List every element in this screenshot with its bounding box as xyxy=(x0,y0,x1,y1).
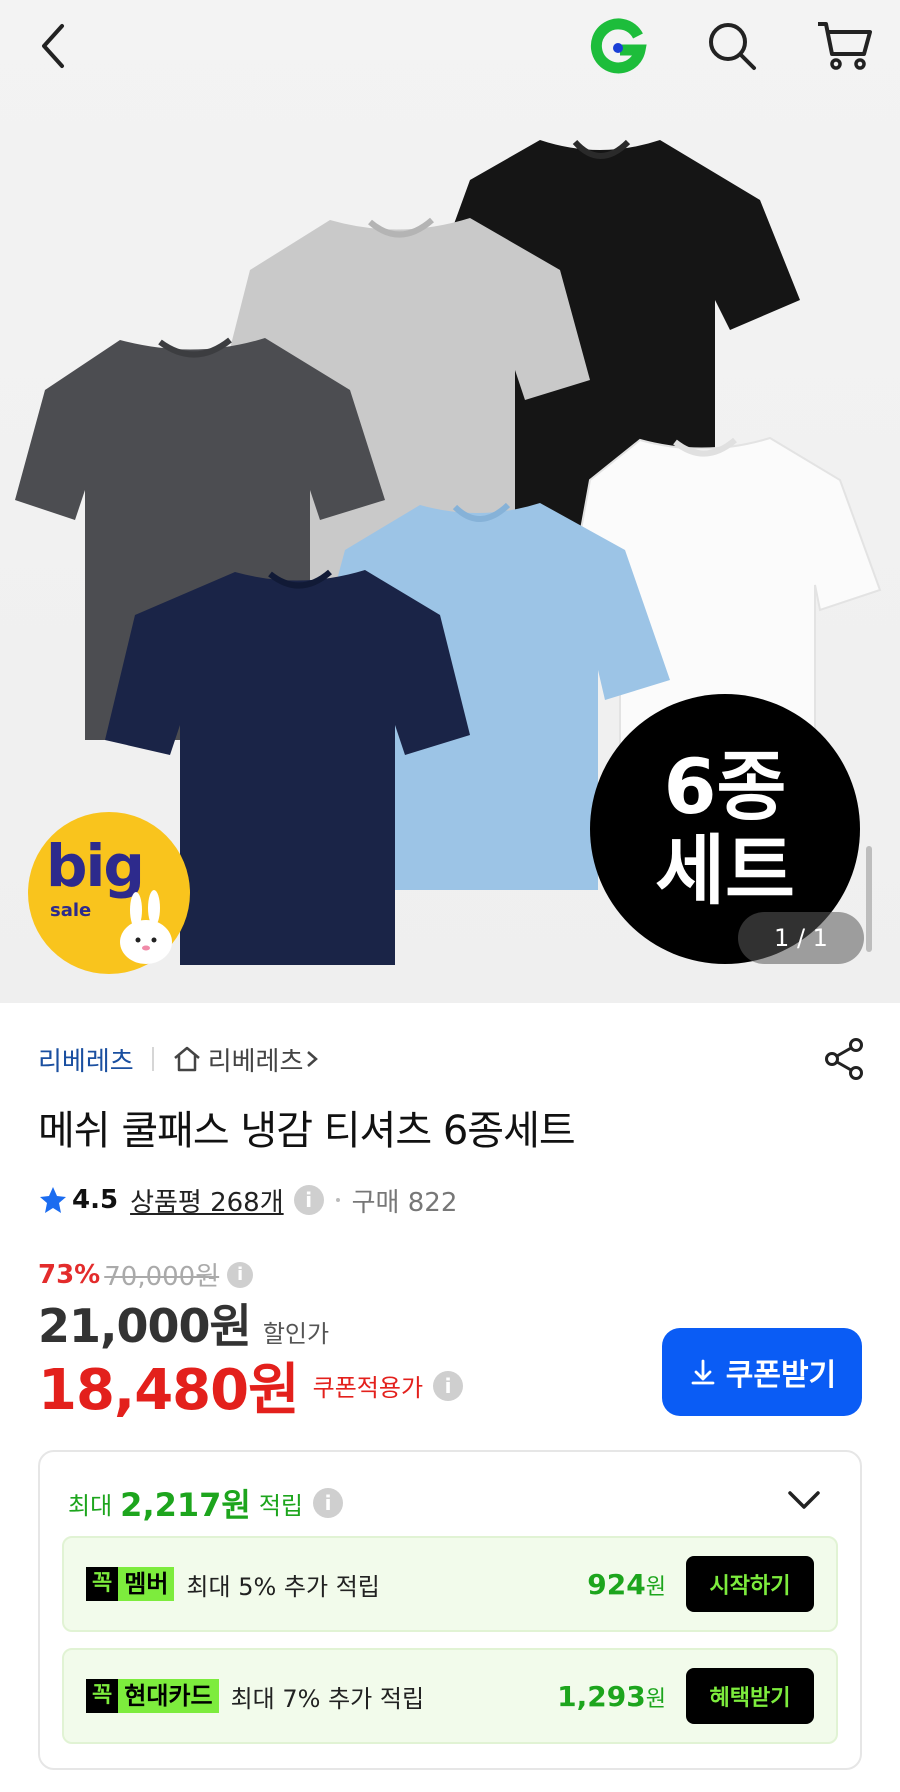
chevron-down-icon[interactable] xyxy=(784,1480,824,1520)
coupon-price: 18,480원 xyxy=(38,1358,300,1423)
back-arrow-icon xyxy=(42,24,64,68)
image-counter: 1 / 1 xyxy=(738,912,864,964)
divider xyxy=(151,1047,154,1071)
info-icon[interactable]: i xyxy=(227,1261,254,1288)
info-icon[interactable]: i xyxy=(313,1488,344,1518)
tag-mark: 꼭 xyxy=(86,1679,119,1713)
bunny-icon xyxy=(120,890,172,964)
coupon-download-button[interactable]: 쿠폰받기 xyxy=(662,1328,862,1416)
coupon-price-row: 18,480원 쿠폰적용가 i xyxy=(38,1345,464,1426)
search-icon xyxy=(709,23,756,70)
top-bar xyxy=(0,0,900,100)
cart-button[interactable] xyxy=(812,14,876,78)
reward-item-hyundai-card: 꼭 현대카드 최대 7% 추가 적립 1,293원 혜택받기 xyxy=(62,1648,838,1744)
star-icon xyxy=(40,1187,66,1213)
coupon-price-label: 쿠폰적용가 xyxy=(312,1374,424,1402)
reward-amount: 1,293원 xyxy=(557,1680,666,1713)
reward-desc: 최대 5% 추가 적립 xyxy=(186,1572,380,1601)
start-button[interactable]: 시작하기 xyxy=(686,1556,814,1612)
original-price: 70,000원 xyxy=(104,1262,220,1292)
get-benefit-button[interactable]: 혜택받기 xyxy=(686,1668,814,1724)
reward-amount-value: 1,293 xyxy=(557,1679,646,1713)
coupon-button-label: 쿠폰받기 xyxy=(725,1359,837,1392)
member-tag: 꼭 멤버 xyxy=(86,1567,175,1601)
purchase-count: 구매 822 xyxy=(351,1187,458,1218)
rewards-suffix: 적립 xyxy=(258,1491,304,1520)
scrollbar[interactable] xyxy=(866,846,872,952)
tag-mark: 꼭 xyxy=(86,1567,119,1601)
big-sale-badge: big sale xyxy=(28,812,190,974)
sale-price-label: 할인가 xyxy=(262,1320,330,1348)
cart-icon xyxy=(818,22,872,70)
home-icon xyxy=(173,1046,200,1072)
download-arrow-icon xyxy=(691,1359,715,1385)
gmarket-g-icon xyxy=(590,18,647,74)
reward-item-member: 꼭 멤버 최대 5% 추가 적립 924원 시작하기 xyxy=(62,1536,838,1632)
discount-rate: 73% xyxy=(38,1259,101,1290)
back-button[interactable] xyxy=(22,14,86,78)
badge-line-1: 6종 xyxy=(663,742,787,831)
chevron-right-icon xyxy=(307,1051,319,1067)
tag-text: 멤버 xyxy=(118,1567,175,1601)
shop-link[interactable]: 리베레츠 xyxy=(172,1041,328,1078)
separator-dot xyxy=(335,1198,340,1202)
share-icon xyxy=(825,1038,863,1080)
product-image[interactable]: 6종 세트 big sale 1 / 1 xyxy=(0,0,900,1003)
brand-logo[interactable] xyxy=(586,14,650,78)
reward-amount-value: 924 xyxy=(587,1567,646,1601)
reward-desc: 최대 7% 추가 적립 xyxy=(230,1684,425,1713)
badge-line-2: 세트 xyxy=(655,826,795,915)
rewards-header[interactable]: 최대 2,217원 적립 i xyxy=(68,1480,344,1526)
discount-row: 73% 70,000원 i xyxy=(38,1256,254,1293)
reward-amount-unit: 원 xyxy=(645,1574,666,1600)
reward-amount: 924원 xyxy=(587,1568,666,1601)
hyundai-card-tag: 꼭 현대카드 xyxy=(86,1679,219,1713)
rewards-prefix: 최대 xyxy=(68,1491,113,1520)
info-icon[interactable]: i xyxy=(293,1185,324,1215)
rating-row: 4.5 상품평 268개 i 구매 822 xyxy=(38,1180,457,1220)
info-icon[interactable]: i xyxy=(433,1370,464,1401)
seller-name[interactable]: 리베레츠 xyxy=(38,1041,134,1078)
tag-text: 현대카드 xyxy=(118,1679,219,1713)
share-button[interactable] xyxy=(820,1035,868,1083)
product-title: 메쉬 쿨패스 냉감 티셔츠 6종세트 xyxy=(38,1108,576,1154)
reviews-link[interactable]: 상품평 268개 xyxy=(130,1182,284,1219)
seller-row: 리베레츠 리베레츠 xyxy=(38,1035,868,1083)
reward-amount-unit: 원 xyxy=(645,1686,666,1712)
rewards-amount: 2,217원 xyxy=(120,1486,251,1524)
rating-score: 4.5 xyxy=(72,1185,119,1215)
shop-link-label: 리베레츠 xyxy=(207,1046,304,1077)
search-button[interactable] xyxy=(700,14,764,78)
rewards-panel: 최대 2,217원 적립 i 꼭 멤버 최대 5% 추가 적립 924원 시작하… xyxy=(38,1450,862,1770)
